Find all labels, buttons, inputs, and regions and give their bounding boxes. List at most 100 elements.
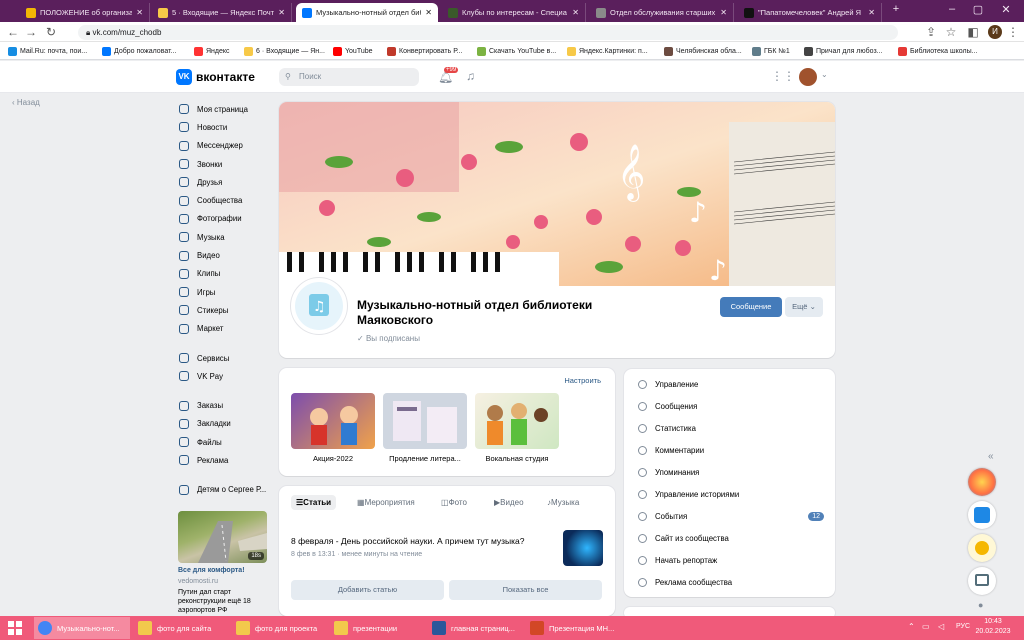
widget-rainbow-icon[interactable]: [968, 468, 996, 496]
browser-tab[interactable]: Отдел обслуживания старших ✕: [590, 3, 734, 22]
settings-link[interactable]: Настроить: [564, 376, 601, 385]
sidebar-item-music[interactable]: Музыка: [174, 228, 274, 246]
widget-owl-icon[interactable]: [968, 534, 996, 562]
add-article-button[interactable]: Добавить статью: [291, 580, 444, 600]
taskbar-item-powerpoint[interactable]: Презентация МН...: [526, 617, 622, 639]
show-all-button[interactable]: Показать все: [449, 580, 602, 600]
user-avatar[interactable]: [799, 68, 817, 86]
menu-dots-icon[interactable]: ⋮: [1006, 25, 1020, 39]
taskbar-item-chrome[interactable]: Музыкально-нот...: [34, 617, 130, 639]
tab-events[interactable]: ▦ Мероприятия: [357, 498, 415, 507]
sidebar-item-vkpay[interactable]: VK Pay: [174, 367, 274, 385]
browser-tab-active[interactable]: Музыкально-нотный отдел биб ✕: [296, 3, 438, 22]
close-icon[interactable]: ✕: [136, 8, 143, 17]
share-icon[interactable]: ⇪: [924, 25, 938, 39]
article-thumbnail[interactable]: [563, 530, 603, 566]
menu-item-messages[interactable]: Сообщения: [638, 399, 824, 413]
menu-item-comments[interactable]: Комментарии: [638, 443, 824, 457]
bookmark-item[interactable]: Яндекс: [194, 45, 230, 57]
minimize-button[interactable]: –: [940, 3, 964, 15]
group-avatar[interactable]: ♫: [291, 278, 347, 334]
taskbar-item-folder[interactable]: презентации: [330, 617, 426, 639]
widget-book-icon[interactable]: [968, 501, 996, 529]
menu-item-ads[interactable]: Реклама сообщества: [638, 575, 824, 589]
network-icon[interactable]: ▭: [922, 622, 930, 631]
maximize-button[interactable]: ▢: [966, 3, 990, 16]
vk-logo[interactable]: VK вконтакте: [176, 69, 255, 85]
close-icon[interactable]: ✕: [868, 8, 875, 17]
tab-video[interactable]: ▶ Видео: [494, 498, 524, 507]
close-icon[interactable]: ✕: [720, 8, 727, 17]
sidebar-item-bookmarks[interactable]: Закладки: [174, 415, 274, 433]
sidebar-item-calls[interactable]: Звонки: [174, 155, 274, 173]
collapse-chevron-icon[interactable]: «: [988, 451, 994, 462]
bookmark-item[interactable]: Библиотека школы...: [898, 45, 977, 57]
bookmark-item[interactable]: ГБК №1: [752, 45, 790, 57]
music-note-icon[interactable]: ♫: [466, 69, 475, 83]
ad-title[interactable]: Все для комфорта!: [178, 567, 245, 574]
clock-time[interactable]: 10:43: [978, 618, 1008, 625]
clock-date[interactable]: 20.02.2023: [972, 628, 1014, 635]
windows-start-icon[interactable]: [8, 621, 22, 635]
ad-image[interactable]: 18s: [178, 511, 267, 563]
back-arrow-icon[interactable]: ←: [6, 25, 20, 39]
tray-up-arrow-icon[interactable]: ⌃: [908, 622, 915, 631]
menu-item-events[interactable]: События 12: [638, 509, 824, 523]
chevron-down-icon[interactable]: ⌄: [821, 70, 828, 79]
menu-item-mentions[interactable]: Упоминания: [638, 465, 824, 479]
sidebar-item-clips[interactable]: Клипы: [174, 265, 274, 283]
album-thumb-3[interactable]: [475, 393, 559, 449]
sidebar-item-market[interactable]: Маркет: [174, 320, 274, 338]
album-caption[interactable]: Акция-2022: [291, 454, 375, 463]
bookmark-item[interactable]: Скачать YouTube в...: [477, 45, 556, 57]
close-icon[interactable]: ✕: [278, 8, 285, 17]
new-tab-button[interactable]: +: [884, 3, 908, 15]
taskbar-item-folder[interactable]: фото для проекта: [232, 617, 328, 639]
menu-item-stories[interactable]: Управление историями: [638, 487, 824, 501]
sidebar-item-news[interactable]: Новости: [174, 118, 274, 136]
close-icon[interactable]: ✕: [572, 8, 579, 17]
more-button[interactable]: Ещё ⌄: [785, 297, 823, 317]
subscription-status[interactable]: ✓ Вы подписаны: [357, 334, 420, 343]
browser-tab[interactable]: ПОЛОЖЕНИЕ об организации✕: [20, 3, 150, 22]
sidebar-item-games[interactable]: Игры: [174, 283, 274, 301]
album-caption[interactable]: Продление литера...: [383, 454, 467, 463]
menu-item-stats[interactable]: Статистика: [638, 421, 824, 435]
tab-photos[interactable]: ◫ Фото: [441, 498, 467, 507]
bookmark-item[interactable]: Яндекс.Картинки: п...: [567, 45, 648, 57]
sidebar-item-orders[interactable]: Заказы: [174, 396, 274, 414]
back-link[interactable]: ‹ Назад: [12, 98, 40, 107]
browser-tab[interactable]: "Папатомечеловек" Андрей Я ✕: [738, 3, 882, 22]
sidebar-item-group[interactable]: Детям о Сергее Р...: [174, 481, 274, 499]
reload-icon[interactable]: ↻: [44, 25, 58, 39]
profile-avatar[interactable]: И: [988, 25, 1002, 39]
bookmark-item[interactable]: Mail.Ru: почта, пои...: [8, 45, 87, 57]
browser-tab[interactable]: 5 · Входящие — Яндекс Почта ✕: [152, 3, 292, 22]
bookmark-item[interactable]: Добро пожаловат...: [102, 45, 176, 57]
taskbar-item-folder[interactable]: фото для сайта: [134, 617, 230, 639]
menu-item-manage[interactable]: Управление: [638, 377, 824, 391]
tab-music[interactable]: ♪ Музыка: [547, 498, 579, 507]
article-title[interactable]: 8 февраля - День российской науки. А при…: [291, 536, 551, 546]
bookmark-item[interactable]: Конвертировать Р...: [387, 45, 462, 57]
tab-articles[interactable]: ☰ Статьи: [291, 495, 337, 510]
sidepanel-icon[interactable]: ◧: [966, 25, 980, 39]
browser-tab[interactable]: Клубы по интересам - Специа ✕: [442, 3, 586, 22]
chat-bubble-icon[interactable]: ●: [978, 600, 983, 610]
taskbar-item-word[interactable]: главная страниц...: [428, 617, 524, 639]
close-window-button[interactable]: ✕: [994, 3, 1018, 16]
sidebar-item-stickers[interactable]: Стикеры: [174, 301, 274, 319]
album-caption[interactable]: Вокальная студия: [475, 454, 559, 463]
sidebar-item-photos[interactable]: Фотографии: [174, 210, 274, 228]
menu-item-site[interactable]: Сайт из сообщества: [638, 531, 824, 545]
sidebar-item-video[interactable]: Видео: [174, 246, 274, 264]
album-thumb-2[interactable]: [383, 393, 467, 449]
message-button[interactable]: Сообщение: [720, 297, 782, 317]
menu-item-stream[interactable]: Начать репортаж: [638, 553, 824, 567]
bookmark-item[interactable]: Челябинская обла...: [664, 45, 742, 57]
sidebar-item-services[interactable]: Сервисы: [174, 349, 274, 367]
bookmark-star-icon[interactable]: ☆: [944, 25, 958, 39]
sidebar-item-communities[interactable]: Сообщества: [174, 191, 274, 209]
widget-computer-icon[interactable]: [968, 567, 996, 595]
sidebar-item-ads[interactable]: Реклама: [174, 451, 274, 469]
